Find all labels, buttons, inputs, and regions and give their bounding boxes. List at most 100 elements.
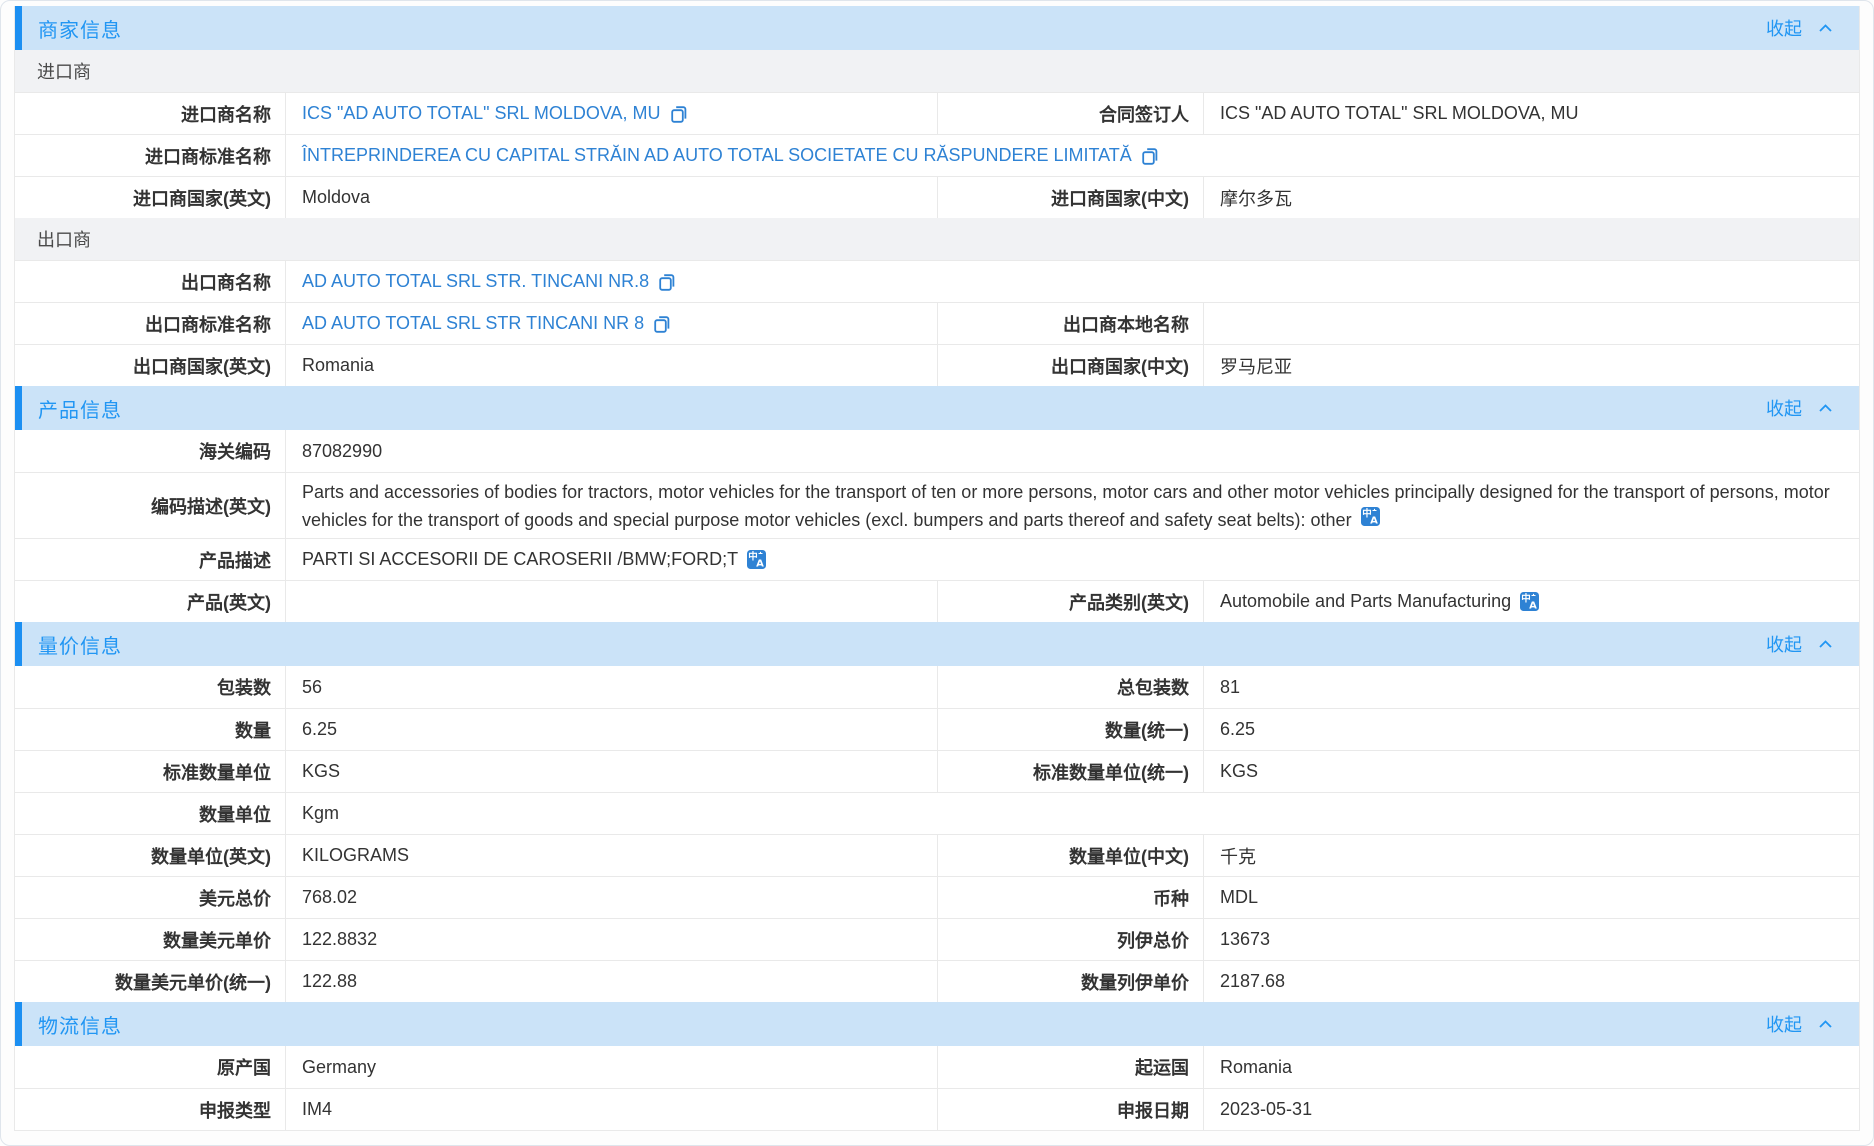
field-label: 出口商标准名称: [15, 303, 285, 344]
collapse-button[interactable]: 收起: [1766, 1011, 1833, 1037]
svg-text:A: A: [756, 559, 764, 570]
field-value-text: 摩尔多瓦: [1220, 185, 1292, 211]
table-row: 数量6.25数量(统一)6.25: [15, 708, 1859, 750]
field-label: 数量单位: [15, 793, 285, 834]
field-value: 122.8832: [285, 919, 937, 960]
table-row: 数量单位(英文) KILOGRAMS 数量单位(中文)千克: [15, 834, 1859, 876]
field-value: Romania: [1203, 1046, 1859, 1088]
field-label: 总包装数: [937, 666, 1203, 708]
field-value: Automobile and Parts Manufacturing 中A: [1203, 581, 1859, 622]
field-value-text: 81: [1220, 677, 1240, 698]
collapse-label: 收起: [1766, 1011, 1802, 1037]
copy-icon[interactable]: [653, 314, 671, 334]
subsection-title: 进口商: [15, 50, 91, 92]
field-label: 进口商标准名称: [15, 135, 285, 176]
subsection-header-row: 进口商: [15, 50, 1859, 92]
field-value: IM4: [285, 1089, 937, 1130]
field-value: [1203, 303, 1859, 344]
field-value: 87082990: [285, 430, 1859, 472]
field-label: 数量美元单价(统一): [15, 961, 285, 1002]
field-value: Romania: [285, 345, 937, 386]
field-value-text: KGS: [1220, 761, 1258, 782]
field-label: 数量单位(英文): [15, 835, 285, 876]
table-row: 原产国Germany起运国Romania: [15, 1046, 1859, 1088]
chevron-up-icon: [1818, 639, 1833, 649]
field-label: 包装数: [15, 666, 285, 708]
field-value: AD AUTO TOTAL SRL STR TINCANI NR 8: [285, 303, 937, 344]
translate-icon[interactable]: 中A: [747, 550, 766, 569]
field-label: 产品类别(英文): [937, 581, 1203, 622]
field-label: 申报类型: [15, 1089, 285, 1130]
field-label: 出口商名称: [15, 261, 285, 302]
chevron-up-icon: [1818, 403, 1833, 413]
collapse-button[interactable]: 收起: [1766, 395, 1833, 421]
copy-icon[interactable]: [670, 104, 688, 124]
field-value: AD AUTO TOTAL SRL STR. TINCANI NR.8: [285, 261, 1859, 302]
field-value-text: 122.88: [302, 971, 357, 992]
table-row: 包装数 56 总包装数 81: [15, 666, 1859, 708]
field-label: 进口商名称: [15, 93, 285, 134]
field-link[interactable]: AD AUTO TOTAL SRL STR TINCANI NR 8: [302, 313, 644, 334]
field-label: 申报日期: [937, 1089, 1203, 1130]
field-link[interactable]: ICS "AD AUTO TOTAL" SRL MOLDOVA, MU: [302, 103, 661, 124]
field-value: [285, 581, 937, 622]
field-link[interactable]: AD AUTO TOTAL SRL STR. TINCANI NR.8: [302, 271, 649, 292]
table-row: 美元总价768.02币种MDL: [15, 876, 1859, 918]
field-label: 编码描述(英文): [15, 473, 285, 538]
field-value-text: 6.25: [1220, 719, 1255, 740]
section-header: 量价信息收起: [15, 622, 1859, 666]
translate-icon[interactable]: 中A: [1361, 507, 1380, 526]
table-row: 出口商国家(英文)Romania出口商国家(中文)罗马尼亚: [15, 344, 1859, 386]
field-value: KGS: [285, 751, 937, 792]
field-value: 千克: [1203, 835, 1859, 876]
section-header: 物流信息收起: [15, 1002, 1859, 1046]
collapse-button[interactable]: 收起: [1766, 631, 1833, 657]
field-value: 768.02: [285, 877, 937, 918]
field-value-text: Parts and accessories of bodies for trac…: [302, 474, 1843, 538]
field-value-text: KILOGRAMS: [302, 845, 409, 866]
field-label: 产品描述: [15, 539, 285, 580]
field-label: 出口商本地名称: [937, 303, 1203, 344]
table-row: 申报类型IM4申报日期2023-05-31: [15, 1088, 1859, 1130]
page: { "theme": { "accent_blue": "#1b8ff2", "…: [0, 0, 1874, 1146]
field-label: 美元总价: [15, 877, 285, 918]
field-link[interactable]: ÎNTREPRINDEREA CU CAPITAL STRĂIN AD AUTO…: [302, 145, 1132, 166]
field-value: MDL: [1203, 877, 1859, 918]
field-label: 数量单位(中文): [937, 835, 1203, 876]
table-row: 数量单位Kgm: [15, 792, 1859, 834]
field-value-text: 13673: [1220, 929, 1270, 950]
field-value: Moldova: [285, 177, 937, 218]
field-value-text: 56: [302, 677, 322, 698]
field-value: 6.25: [285, 709, 937, 750]
field-label: 币种: [937, 877, 1203, 918]
subsection-title: 出口商: [15, 218, 91, 260]
field-label: 起运国: [937, 1046, 1203, 1088]
field-value-text: IM4: [302, 1099, 332, 1120]
field-value: KGS: [1203, 751, 1859, 792]
field-value-text: Moldova: [302, 187, 370, 208]
field-label: 数量列伊单价: [937, 961, 1203, 1002]
field-label: 列伊总价: [937, 919, 1203, 960]
table-row: 标准数量单位KGS标准数量单位(统一)KGS: [15, 750, 1859, 792]
field-value-text: Automobile and Parts Manufacturing: [1220, 591, 1511, 612]
collapse-label: 收起: [1766, 631, 1802, 657]
field-label: 数量美元单价: [15, 919, 285, 960]
section-title: 产品信息: [38, 394, 122, 423]
table-row: 进口商名称 ICS "AD AUTO TOTAL" SRL MOLDOVA, MU…: [15, 92, 1859, 134]
section-header: 商家信息收起: [15, 6, 1859, 50]
collapse-button[interactable]: 收起: [1766, 15, 1833, 41]
field-value: 2187.68: [1203, 961, 1859, 1002]
field-value: Parts and accessories of bodies for trac…: [285, 473, 1859, 538]
table-row: 数量美元单价(统一) 122.88 数量列伊单价2187.68: [15, 960, 1859, 1002]
svg-text:A: A: [1529, 601, 1537, 612]
copy-icon[interactable]: [658, 272, 676, 292]
chevron-up-icon: [1818, 1019, 1833, 1029]
table-row: 编码描述(英文) Parts and accessories of bodies …: [15, 472, 1859, 538]
svg-text:A: A: [1370, 515, 1378, 526]
field-label: 出口商国家(中文): [937, 345, 1203, 386]
field-value: ICS "AD AUTO TOTAL" SRL MOLDOVA, MU: [1203, 93, 1859, 134]
field-label: 出口商国家(英文): [15, 345, 285, 386]
field-value: 122.88: [285, 961, 937, 1002]
copy-icon[interactable]: [1141, 146, 1159, 166]
translate-icon[interactable]: 中A: [1520, 592, 1539, 611]
